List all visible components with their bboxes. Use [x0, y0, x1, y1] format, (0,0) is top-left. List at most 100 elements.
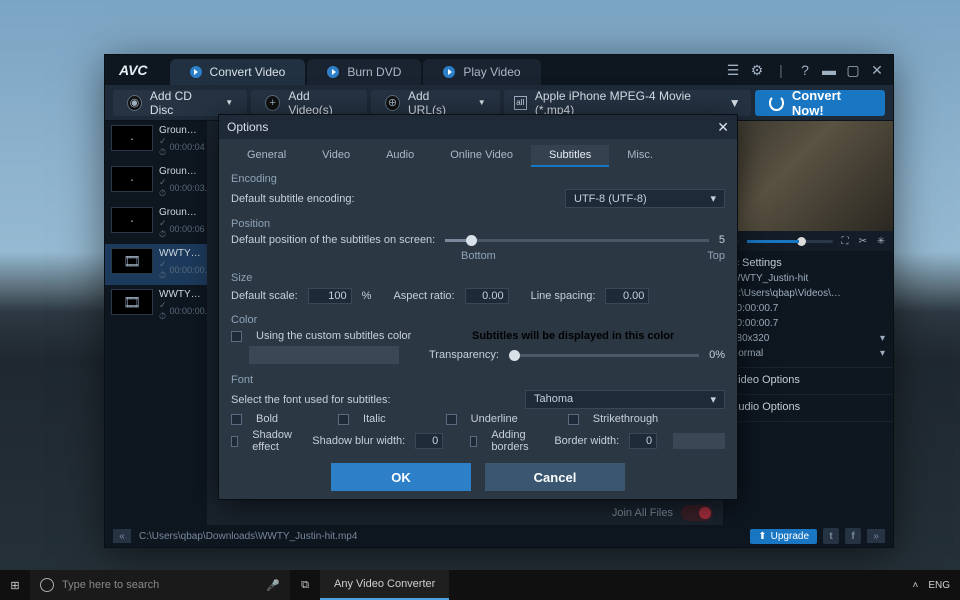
- help-icon[interactable]: ?: [797, 62, 813, 78]
- dialog-tabs: General Video Audio Online Video Subtitl…: [219, 139, 737, 167]
- queue-item-selected[interactable]: 🎞WWTY_Justin✓ ⏱ 00:00:00.7: [105, 244, 207, 285]
- position-slider[interactable]: [445, 239, 709, 242]
- gear-icon[interactable]: ⚙: [749, 62, 765, 78]
- windows-taskbar: ⊞ Type here to search 🎤 ⧉ Any Video Conv…: [0, 570, 960, 600]
- play-icon: [443, 66, 455, 78]
- border-width-input[interactable]: [629, 433, 657, 449]
- slider-min: Bottom: [461, 250, 496, 262]
- cut-icon[interactable]: ✂: [857, 235, 869, 247]
- add-cd-disc-button[interactable]: ◉Add CD Disc▼: [113, 90, 247, 116]
- strike-checkbox[interactable]: [568, 414, 579, 425]
- tab-play-video[interactable]: Play Video: [423, 59, 540, 85]
- shadow-checkbox[interactable]: [231, 436, 238, 447]
- italic-checkbox[interactable]: [338, 414, 349, 425]
- upgrade-button[interactable]: ⬆ Upgrade: [750, 529, 817, 544]
- cancel-button[interactable]: Cancel: [485, 463, 625, 491]
- join-toggle[interactable]: [681, 505, 713, 521]
- chevron-down-icon: ▼: [478, 98, 486, 107]
- task-view-icon[interactable]: ⧉: [290, 570, 320, 600]
- refresh-icon: [769, 95, 784, 111]
- file-meta: ✓ ⏱ 00:00:00.7: [159, 259, 201, 281]
- borders-checkbox[interactable]: [470, 436, 477, 447]
- reel-icon: 🎞: [111, 289, 153, 315]
- twitter-icon[interactable]: t: [823, 528, 839, 544]
- output-format-dropdown[interactable]: allApple iPhone MPEG-4 Movie (*.mp4)▼: [504, 90, 751, 116]
- start-button[interactable]: ⊞: [0, 570, 30, 600]
- disc-icon: ◉: [127, 95, 142, 111]
- color-swatch-button[interactable]: [249, 346, 399, 364]
- thumb: ·: [111, 166, 153, 192]
- fullscreen-icon[interactable]: ⛶: [839, 235, 851, 247]
- output-path: C:\Users\qbap\Downloads\WWTY_Justin-hit.…: [139, 531, 357, 542]
- underline-checkbox[interactable]: [446, 414, 457, 425]
- info-path: C:\Users\qbap\Videos\…: [731, 286, 885, 301]
- menu-icon[interactable]: ☰: [725, 62, 741, 78]
- queue-item[interactable]: 🎞WWTY_pisto✓ ⏱ 00:00:00.7: [105, 285, 207, 326]
- encoding-dropdown[interactable]: UTF-8 (UTF-8)▾: [565, 189, 725, 208]
- scale-input[interactable]: [308, 288, 352, 304]
- add-urls-button[interactable]: ⊕Add URL(s)▼: [371, 90, 500, 116]
- font-family-dropdown[interactable]: Tahoma▾: [525, 390, 725, 409]
- right-panel: ▶ ⛶ ✂ ✳ ic Settings WWTY_Justin-hit C:\U…: [723, 121, 893, 525]
- taskbar-search[interactable]: Type here to search 🎤: [30, 570, 290, 600]
- aspect-ratio-input[interactable]: [465, 288, 509, 304]
- next-button[interactable]: »: [867, 529, 885, 543]
- btn-label: Add CD Disc: [150, 89, 213, 117]
- btn-label: Add Video(s): [288, 89, 353, 117]
- queue-item[interactable]: ·GroundHit_1✓ ⏱ 00:00:03.9: [105, 162, 207, 203]
- join-label: Join All Files: [612, 507, 673, 519]
- tab-misc[interactable]: Misc.: [609, 145, 671, 167]
- play-icon: [190, 66, 202, 78]
- chevron-down-icon: ▾: [710, 393, 716, 406]
- shadow-blur-input[interactable]: [415, 433, 443, 449]
- queue-item[interactable]: ·GroundHit_1✓ ⏱ 00:00:06: [105, 203, 207, 244]
- video-options-section[interactable]: Video Options: [723, 368, 893, 395]
- prev-button[interactable]: «: [113, 529, 131, 543]
- scale-label: Default scale:: [231, 290, 298, 302]
- ok-button[interactable]: OK: [331, 463, 471, 491]
- file-meta: ✓ ⏱ 00:00:03.9: [159, 177, 201, 199]
- border-color-button[interactable]: [673, 433, 725, 449]
- tray-up-icon[interactable]: ˄: [912, 580, 918, 591]
- taskbar-app[interactable]: Any Video Converter: [320, 570, 449, 600]
- line-spacing-input[interactable]: [605, 288, 649, 304]
- section-header: Audio Options: [731, 401, 885, 413]
- tab-video[interactable]: Video: [304, 145, 368, 167]
- tab-label: Burn DVD: [347, 65, 401, 79]
- maximize-icon[interactable]: ▢: [845, 62, 861, 78]
- file-meta: ✓ ⏱ 00:00:04: [159, 136, 201, 158]
- facebook-icon[interactable]: f: [845, 528, 861, 544]
- tab-general[interactable]: General: [229, 145, 304, 167]
- use-custom-label: Using the custom subtitles color: [256, 330, 411, 342]
- audio-options-section[interactable]: Audio Options: [723, 395, 893, 422]
- window-controls: ☰ ⚙ | ? ▬ ▢ ✕: [725, 62, 885, 78]
- bold-checkbox[interactable]: [231, 414, 242, 425]
- minimize-icon[interactable]: ▬: [821, 62, 837, 78]
- format-icon: all: [514, 96, 527, 110]
- group-label: Font: [231, 374, 725, 386]
- size-group: Size Default scale: % Aspect ratio: Line…: [231, 272, 725, 306]
- tab-online-video[interactable]: Online Video: [432, 145, 531, 167]
- tray-lang[interactable]: ENG: [928, 580, 950, 591]
- chevron-down-icon: ▾: [710, 192, 716, 205]
- close-icon[interactable]: ✕: [869, 62, 885, 78]
- tab-convert-video[interactable]: Convert Video: [170, 59, 306, 85]
- convert-now-button[interactable]: Convert Now!: [755, 90, 885, 116]
- close-icon[interactable]: ✕: [717, 119, 729, 136]
- mic-icon[interactable]: 🎤: [266, 579, 280, 592]
- position-group: Position Default position of the subtitl…: [231, 218, 725, 264]
- transparency-slider[interactable]: [509, 354, 699, 357]
- slider-max: Top: [707, 250, 725, 262]
- queue-item[interactable]: ·GroundHit_1✓ ⏱ 00:00:04: [105, 121, 207, 162]
- tab-audio[interactable]: Audio: [368, 145, 432, 167]
- thumb: ·: [111, 207, 153, 233]
- group-label: Color: [231, 314, 725, 326]
- main-tabs: Convert Video Burn DVD Play Video: [170, 55, 725, 85]
- tab-subtitles[interactable]: Subtitles: [531, 145, 609, 167]
- add-videos-button[interactable]: +Add Video(s): [251, 90, 367, 116]
- seek-slider[interactable]: [747, 240, 833, 243]
- globe-icon: ⊕: [385, 95, 400, 111]
- settings-icon[interactable]: ✳: [875, 235, 887, 247]
- use-custom-color-checkbox[interactable]: [231, 331, 242, 342]
- tab-burn-dvd[interactable]: Burn DVD: [307, 59, 421, 85]
